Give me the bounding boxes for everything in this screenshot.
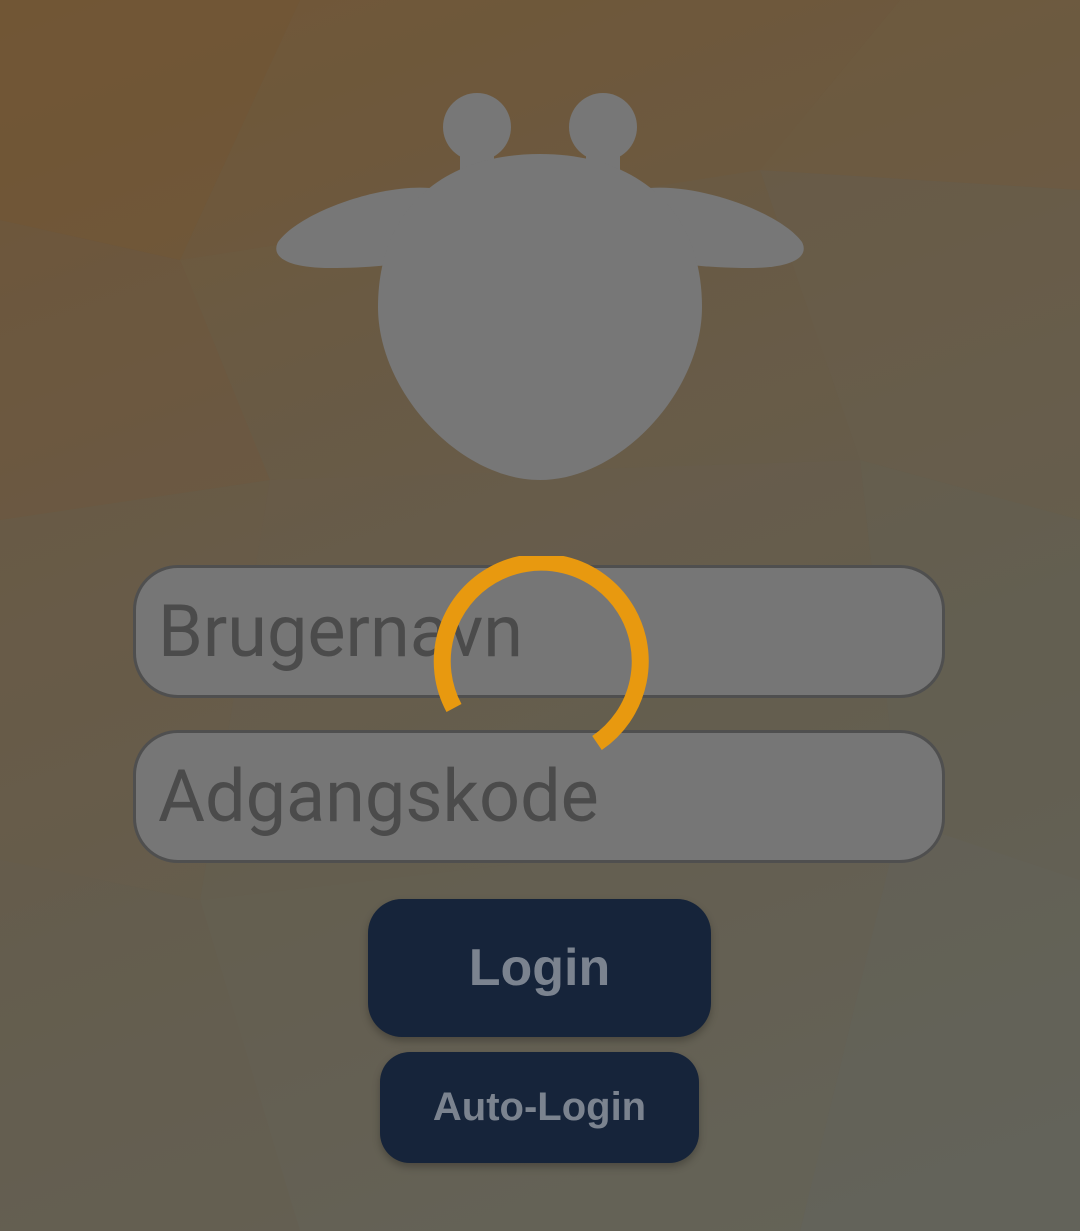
auto-login-button-label: Auto-Login [432,1085,647,1129]
password-input[interactable] [136,733,942,860]
giraffe-head-logo-icon [276,93,804,480]
auto-login-button[interactable]: Auto-Login [380,1052,699,1163]
login-button[interactable]: Login [368,899,711,1037]
username-field[interactable] [133,565,945,698]
username-input[interactable] [136,568,942,695]
login-button-label: Login [468,939,611,997]
password-field[interactable] [133,730,945,863]
